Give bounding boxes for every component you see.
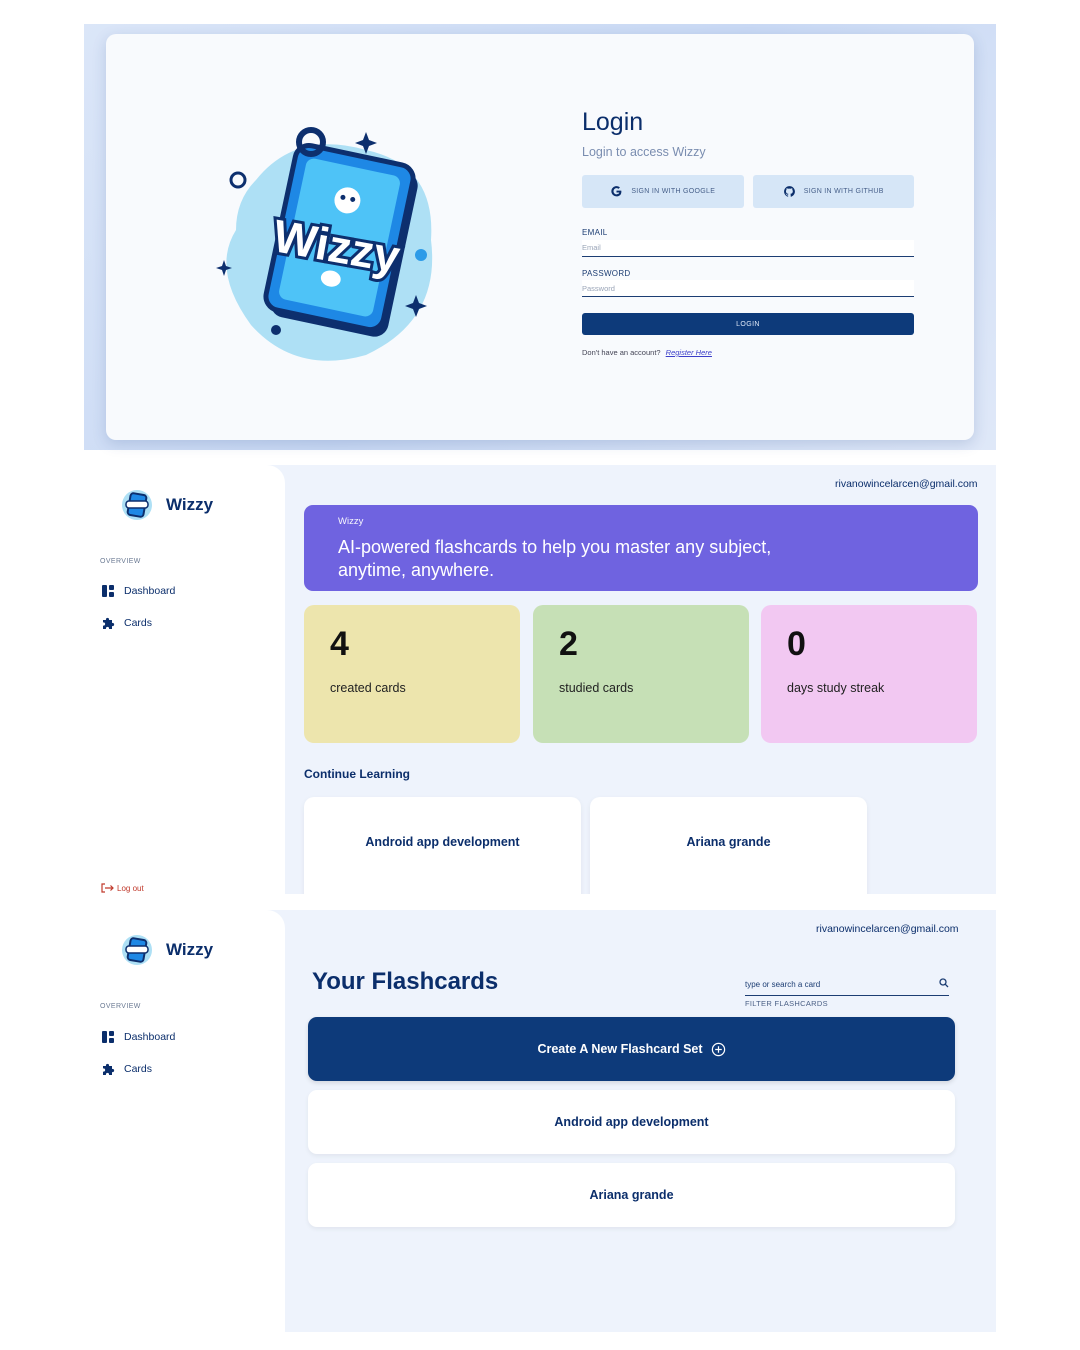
user-email: rivanowincelarcen@gmail.com xyxy=(816,923,959,935)
sidebar-item-label: Dashboard xyxy=(124,1031,176,1043)
login-button[interactable]: LOGIN xyxy=(582,313,914,335)
hero-tagline: AI-powered flashcards to help you master… xyxy=(338,537,772,580)
wizzy-logo-icon xyxy=(122,490,152,520)
nav-section-label: OVERVIEW xyxy=(100,1003,141,1010)
puzzle-icon xyxy=(103,1063,115,1075)
google-signin-label: SIGN IN WITH GOOGLE xyxy=(631,188,716,195)
github-signin-button[interactable]: SIGN IN WITH GITHUB xyxy=(752,175,914,208)
filter-label: FILTER FLASHCARDS xyxy=(745,999,828,1008)
oauth-buttons: SIGN IN WITH GOOGLE SIGN IN WITH GITHUB xyxy=(582,175,914,208)
continue-learning-card[interactable]: Ariana grande xyxy=(590,797,867,894)
flashcard-set-row[interactable]: Android app development xyxy=(308,1090,955,1154)
flashcard-search: FILTER FLASHCARDS xyxy=(745,975,949,1008)
sidebar: Wizzy OVERVIEW Dashboard Cards Log out xyxy=(84,465,285,894)
login-form: Login Login to access Wizzy SIGN IN WITH… xyxy=(582,108,914,357)
github-signin-label: SIGN IN WITH GITHUB xyxy=(803,188,884,195)
password-field[interactable] xyxy=(582,280,914,297)
sidebar-item-label: Cards xyxy=(124,1063,153,1075)
search-input[interactable] xyxy=(745,979,925,989)
continue-learning-title: Continue Learning xyxy=(304,767,410,781)
login-card: Wizzy Login Login to access Wizzy SIGN I… xyxy=(106,34,974,440)
hero-banner: Wizzy AI-powered flashcards to help you … xyxy=(304,505,978,591)
stat-value: 0 xyxy=(787,625,806,663)
page-title: Your Flashcards xyxy=(312,968,499,995)
logout-label: Log out xyxy=(117,883,144,893)
stat-label: days study streak xyxy=(787,681,885,695)
search-row xyxy=(745,975,949,996)
sidebar: Wizzy OVERVIEW Dashboard Cards xyxy=(84,910,285,1332)
register-row: Don't have an account? Register Here xyxy=(582,348,914,357)
stat-label: created cards xyxy=(330,681,406,695)
google-icon xyxy=(611,186,622,197)
create-flashcard-set-button[interactable]: Create A New Flashcard Set xyxy=(308,1017,955,1081)
dashboard-icon xyxy=(102,1031,114,1043)
brand[interactable]: Wizzy xyxy=(120,933,213,967)
wizzy-logo: Wizzy xyxy=(216,127,433,361)
logout-icon xyxy=(101,883,114,893)
user-email: rivanowincelarcen@gmail.com xyxy=(835,478,978,490)
nav-section-label: OVERVIEW xyxy=(100,558,141,565)
sidebar-item-dashboard[interactable]: Dashboard xyxy=(101,584,175,598)
sidebar-item-dashboard[interactable]: Dashboard xyxy=(101,1030,175,1044)
flashcard-set-row[interactable]: Ariana grande xyxy=(308,1163,955,1227)
sidebar-item-cards[interactable]: Cards xyxy=(101,1062,152,1076)
dashboard-screen: Wizzy OVERVIEW Dashboard Cards Log out r… xyxy=(84,465,996,894)
sidebar-item-label: Cards xyxy=(124,617,153,629)
register-prompt: Don't have an account? xyxy=(582,348,661,357)
brand[interactable]: Wizzy xyxy=(120,488,213,522)
cards-screen: Wizzy OVERVIEW Dashboard Cards rivanowin… xyxy=(84,910,996,1332)
register-link[interactable]: Register Here xyxy=(666,348,712,357)
login-title: Login xyxy=(582,108,644,136)
logout-button[interactable]: Log out xyxy=(101,883,144,893)
dashboard-icon xyxy=(102,585,114,597)
stat-card-studied: 2 studied cards xyxy=(533,605,749,743)
stat-card-created: 4 created cards xyxy=(304,605,520,743)
create-button-label: Create A New Flashcard Set xyxy=(537,1042,703,1056)
github-icon xyxy=(783,186,795,197)
continue-learning-card[interactable]: Android app development xyxy=(304,797,581,894)
google-signin-button[interactable]: SIGN IN WITH GOOGLE xyxy=(582,175,744,208)
login-subtitle: Login to access Wizzy xyxy=(582,145,706,159)
hero-brand: Wizzy xyxy=(338,516,364,527)
brand-name: Wizzy xyxy=(166,495,214,514)
stat-label: studied cards xyxy=(559,681,634,695)
plus-circle-icon xyxy=(711,1042,725,1056)
stat-value: 4 xyxy=(330,625,349,663)
stat-value: 2 xyxy=(559,625,578,663)
search-icon[interactable] xyxy=(939,975,949,993)
sidebar-item-cards[interactable]: Cards xyxy=(101,616,152,630)
brand-name: Wizzy xyxy=(166,940,214,959)
email-field[interactable] xyxy=(582,239,914,257)
puzzle-icon xyxy=(103,617,115,629)
wizzy-logo-icon xyxy=(122,935,152,965)
password-label: PASSWORD xyxy=(582,268,631,278)
login-screen: Wizzy Login Login to access Wizzy SIGN I… xyxy=(84,24,996,450)
stat-card-streak: 0 days study streak xyxy=(761,605,977,743)
email-label: EMAIL xyxy=(582,228,608,237)
sidebar-item-label: Dashboard xyxy=(124,585,176,597)
